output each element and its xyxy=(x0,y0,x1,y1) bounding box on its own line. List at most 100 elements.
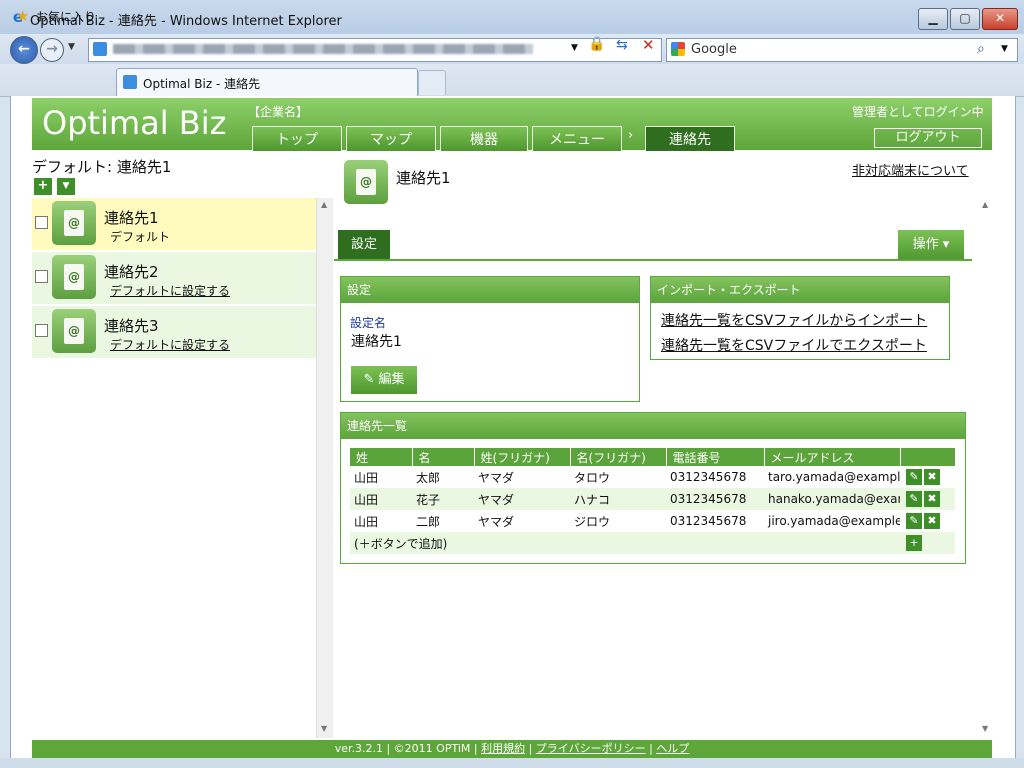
list-item[interactable]: 連絡先3 デフォルトに設定する xyxy=(32,306,316,358)
cell-last-name: 山田 xyxy=(350,466,412,488)
contact-list-dropdown-button[interactable]: ▼ xyxy=(57,178,75,195)
address-book-icon xyxy=(52,309,96,353)
google-icon xyxy=(671,42,685,56)
stop-icon[interactable]: ✕ xyxy=(642,36,655,54)
help-link[interactable]: ヘルプ xyxy=(656,742,689,755)
scroll-down-icon[interactable]: ▼ xyxy=(321,724,327,733)
list-item[interactable]: 連絡先2 デフォルトに設定する xyxy=(32,252,316,304)
scroll-up-icon[interactable]: ▲ xyxy=(982,200,988,209)
set-default-link[interactable]: デフォルトに設定する xyxy=(110,336,230,353)
list-item[interactable]: 連絡先1 デフォルト xyxy=(32,198,316,250)
tab-settings[interactable]: 設定 xyxy=(338,230,390,260)
admin-login-status: 管理者としてログイン中 xyxy=(852,105,984,119)
new-tab-button[interactable] xyxy=(418,70,446,95)
pencil-icon[interactable]: ✎ xyxy=(906,491,922,507)
browser-tab-active[interactable]: Optimal Biz - 連絡先 xyxy=(116,68,418,97)
list-item-checkbox[interactable] xyxy=(35,324,48,337)
contacts-table: 姓 名 姓(フリガナ) 名(フリガナ) 電話番号 メールアドレス 山田 太郎 ヤ… xyxy=(350,448,956,554)
import-export-panel-header: インポート・エクスポート xyxy=(651,277,949,303)
page-title: 連絡先1 xyxy=(396,169,451,187)
tab-contacts[interactable]: 連絡先 xyxy=(645,126,735,151)
column-header: 姓(フリガナ) xyxy=(474,448,571,466)
lock-icon[interactable]: 🔒 xyxy=(588,36,605,52)
address-book-icon xyxy=(344,160,388,204)
csv-import-link[interactable]: 連絡先一覧をCSVファイルからインポート xyxy=(661,310,927,330)
search-input[interactable]: Google ⌕ ▼ xyxy=(666,38,1018,62)
history-dropdown-icon[interactable]: ▼ xyxy=(68,42,75,52)
close-button[interactable]: ✕ xyxy=(982,8,1018,30)
operations-dropdown-button[interactable]: 操作 ▾ xyxy=(898,230,964,260)
unsupported-devices-link[interactable]: 非対応端末について xyxy=(852,160,969,179)
set-default-link[interactable]: デフォルトに設定する xyxy=(110,282,230,299)
page-footer: ver.3.2.1 | ©2011 OPTiM | 利用規約 | プライバシーポ… xyxy=(32,740,992,758)
cell-last-kana: ヤマダ xyxy=(474,488,570,510)
back-button[interactable]: ← xyxy=(10,36,38,64)
edit-button[interactable]: ✎ 編集 xyxy=(351,366,417,394)
pencil-icon[interactable]: ✎ xyxy=(906,469,922,485)
maximize-button[interactable]: ▢ xyxy=(950,8,980,30)
cell-last-name: 山田 xyxy=(350,488,412,510)
list-item-checkbox[interactable] xyxy=(35,270,48,283)
breadcrumb-arrow: › xyxy=(628,128,634,143)
setting-name-value: 連絡先1 xyxy=(351,334,402,350)
table-row: 山田 二郎 ヤマダ ジロウ 0312345678 jiro.yamada@exa… xyxy=(350,510,955,532)
cell-add: + xyxy=(900,532,955,554)
pencil-icon[interactable]: ✎ xyxy=(906,513,922,529)
column-header: 電話番号 xyxy=(666,448,765,466)
cell-phone: 0312345678 xyxy=(666,510,764,532)
address-bar[interactable]: ▼ xyxy=(88,38,662,62)
tab-map[interactable]: マップ xyxy=(346,126,436,151)
plus-icon[interactable]: + xyxy=(906,535,922,551)
list-item-name: 連絡先2 xyxy=(104,263,159,281)
privacy-link[interactable]: プライバシーポリシー xyxy=(536,742,646,755)
search-icon[interactable]: ⌕ xyxy=(977,41,985,57)
minimize-button[interactable]: ▁ xyxy=(918,8,948,30)
favorites-button[interactable]: お気に入り xyxy=(36,8,96,25)
cell-last-kana: ヤマダ xyxy=(474,466,570,488)
x-icon[interactable]: ✖ xyxy=(924,469,940,485)
scroll-down-icon[interactable]: ▼ xyxy=(982,724,988,733)
scroll-up-icon[interactable]: ▲ xyxy=(321,200,327,209)
list-item-status: デフォルト xyxy=(110,230,171,244)
list-item-checkbox[interactable] xyxy=(35,216,48,229)
address-dropdown-icon[interactable]: ▼ xyxy=(571,43,578,53)
cell-first-name: 太郎 xyxy=(412,466,474,488)
favorites-star-icon[interactable]: ★ xyxy=(16,7,29,25)
table-row: 山田 太郎 ヤマダ タロウ 0312345678 taro.yamada@exa… xyxy=(350,466,955,488)
cell-phone: 0312345678 xyxy=(666,466,764,488)
contact-list-sidebar: 連絡先1 デフォルト 連絡先2 デフォルトに設定する 連絡先3 デフォルトに設定… xyxy=(32,198,316,738)
sidebar-scrollbar[interactable]: ▲ ▼ xyxy=(316,198,333,738)
add-hint: (＋ボタンで追加) xyxy=(350,532,900,554)
tab-devices[interactable]: 機器 xyxy=(440,126,528,151)
cell-first-kana: ジロウ xyxy=(570,510,666,532)
browser-tab-title: Optimal Biz - 連絡先 xyxy=(143,77,261,91)
page-icon xyxy=(93,42,107,56)
setting-name-label: 設定名 xyxy=(350,316,387,330)
list-item-name: 連絡先1 xyxy=(104,209,159,227)
terms-link[interactable]: 利用規約 xyxy=(481,742,525,755)
tab-menu[interactable]: メニュー xyxy=(532,126,622,151)
cell-actions: ✎ ✖ xyxy=(900,510,955,532)
add-contact-list-button[interactable]: + xyxy=(34,178,52,195)
settings-panel-header: 設定 xyxy=(341,277,639,303)
tab-divider xyxy=(334,259,972,261)
cell-email: hanako.yamada@example xyxy=(764,488,900,510)
tab-top[interactable]: トップ xyxy=(252,126,342,151)
cell-first-kana: ハナコ xyxy=(570,488,666,510)
table-add-row: (＋ボタンで追加) + xyxy=(350,532,955,554)
refresh-icon[interactable]: ⇆ xyxy=(616,37,628,53)
cell-first-name: 花子 xyxy=(412,488,474,510)
blurred-url xyxy=(113,44,533,54)
csv-export-link[interactable]: 連絡先一覧をCSVファイルでエクスポート xyxy=(661,335,927,355)
cell-email: taro.yamada@example.co xyxy=(764,466,900,488)
address-book-icon xyxy=(52,255,96,299)
cell-last-kana: ヤマダ xyxy=(474,510,570,532)
x-icon[interactable]: ✖ xyxy=(924,491,940,507)
forward-button[interactable]: → xyxy=(40,38,64,62)
window-bottom-frame xyxy=(0,758,1024,768)
main-scrollbar[interactable]: ▲ ▼ xyxy=(980,198,992,738)
company-name: 【企業名】 xyxy=(248,105,309,119)
logout-button[interactable]: ログアウト xyxy=(874,128,982,148)
x-icon[interactable]: ✖ xyxy=(924,513,940,529)
search-dropdown-icon[interactable]: ▼ xyxy=(1001,44,1008,54)
